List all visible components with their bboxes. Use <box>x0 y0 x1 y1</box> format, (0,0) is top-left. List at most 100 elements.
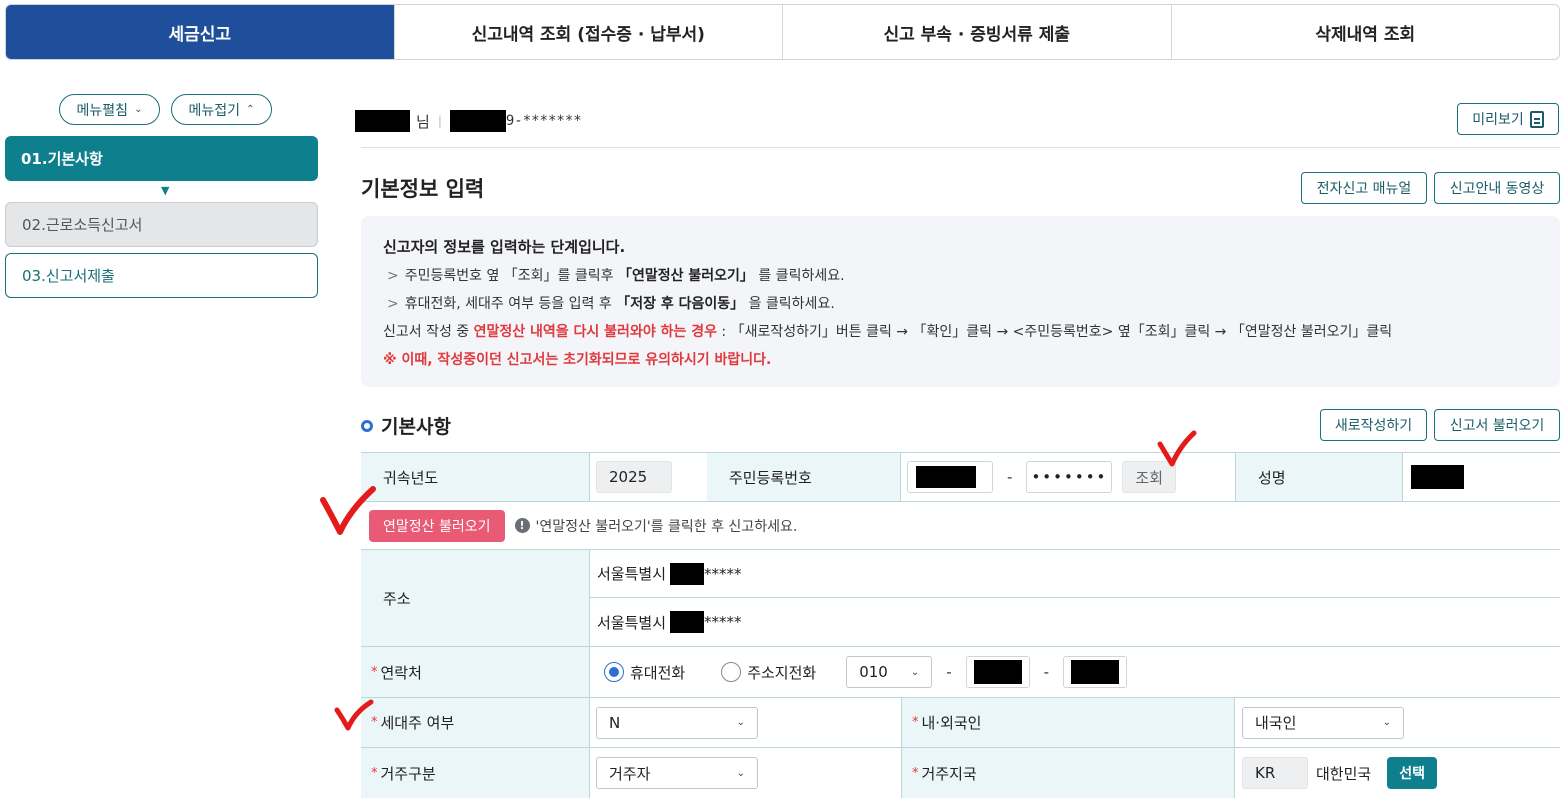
info-reload-note: 신고서 작성 중 연말정산 내역을 다시 불러와야 하는 경우 : 「새로작성하… <box>383 321 1538 341</box>
address-line-2: 서울특별시 ***** <box>590 598 1560 646</box>
dash: - <box>1007 468 1013 486</box>
info-text: 휴대전화, 세대주 여부 등을 입력 후 <box>404 296 617 312</box>
user-rrn-suffix: 9-******* <box>505 113 582 129</box>
address1-mask: ***** <box>704 564 742 583</box>
tab-tax-filing[interactable]: 세금신고 <box>6 5 394 59</box>
nationality-select[interactable]: 내국인 ⌄ <box>1242 706 1404 739</box>
contact-cell: 휴대전화 주소지전화 010 ⌄ - - <box>590 647 1560 697</box>
residency-cell: 거주자 ⌄ <box>590 748 901 798</box>
chevron-up-icon: ⌃ <box>246 104 255 115</box>
divider: | <box>437 114 442 128</box>
import-cell: 연말정산 불러오기 ! '연말정산 불러오기'를 클릭한 후 신고하세요. <box>369 502 1559 549</box>
section-title-label: 기본사항 <box>381 416 451 438</box>
menu-expand-label: 메뉴펼침 <box>76 102 129 119</box>
address-label: 주소 <box>361 550 590 646</box>
info-heading: 신고자의 정보를 입력하는 단계입니다. <box>383 238 626 256</box>
year-cell: 2025 <box>590 453 707 501</box>
form-row-household: * 세대주 여부 N ⌄ * 내·외국인 내국인 ⌄ <box>361 698 1560 748</box>
year-end-import-button[interactable]: 연말정산 불러오기 <box>369 509 505 542</box>
home-phone-radio[interactable] <box>721 662 742 682</box>
info-alert: 연말정산 내역을 다시 불러와야 하는 경우 <box>473 324 717 340</box>
nationality-value: 내국인 <box>1255 714 1297 732</box>
info-text: 주민등록번호 옆 「조회」를 클릭후 <box>404 268 618 284</box>
sidebar-item-basic-info[interactable]: 01.기본사항 <box>5 136 318 181</box>
phone-last-field[interactable] <box>1063 656 1128 688</box>
household-label-text: 세대주 여부 <box>380 714 455 732</box>
phone-prefix-select[interactable]: 010 ⌄ <box>846 656 933 688</box>
red-check-mark-icon <box>334 699 374 731</box>
rrn-front-field[interactable] <box>907 461 993 493</box>
new-draft-button[interactable]: 새로작성하기 <box>1320 409 1427 441</box>
sidebar-item-submit[interactable]: 03.신고서제출 <box>5 253 318 298</box>
info-emphasis: 「연말정산 불러오기」 <box>617 268 754 284</box>
form-row-contact: * 연락처 휴대전화 주소지전화 010 ⌄ - - <box>361 647 1560 698</box>
info-text: : 「새로작성하기」버튼 클릭 → 「확인」클릭 → <주민등록번호> 옆「조회… <box>716 324 1393 340</box>
menu-collapse-button[interactable]: 메뉴접기 ⌃ <box>171 94 272 125</box>
info-text: 를 클릭하세요. <box>753 268 845 284</box>
rrn-back-field[interactable]: ••••••• <box>1026 461 1113 493</box>
step-arrow-icon: ▼ <box>161 184 170 197</box>
user-info: 님 | 9-******* <box>355 110 582 132</box>
form-row-residency: * 거주구분 거주자 ⌄ * 거주지국 KR 대한민국 선택 <box>361 748 1560 798</box>
mobile-label: 휴대전화 <box>630 663 686 682</box>
required-mark: * <box>371 664 378 680</box>
import-hint: '연말정산 불러오기'를 클릭한 후 신고하세요. <box>535 518 798 535</box>
guide-video-button[interactable]: 신고안내 동영상 <box>1434 172 1560 204</box>
chevron-down-icon: ⌄ <box>736 717 745 728</box>
load-report-button[interactable]: 신고서 불러오기 <box>1434 409 1560 441</box>
mobile-radio[interactable] <box>604 662 624 682</box>
tab-deleted-history[interactable]: 삭제내역 조회 <box>1170 5 1560 59</box>
exclamation-icon: ! <box>514 518 530 533</box>
rrn-label: 주민등록번호 <box>707 453 901 501</box>
household-value: N <box>609 713 621 732</box>
redacted-name <box>355 110 410 132</box>
form-row-address: 주소 서울특별시 ***** 서울특별시 ***** <box>361 550 1560 647</box>
phone-prefix-value: 010 <box>859 663 888 681</box>
phone-middle-field[interactable] <box>965 656 1030 688</box>
redacted-phone <box>1071 660 1120 684</box>
section-title: 기본사항 <box>361 412 451 439</box>
menu-expand-button[interactable]: 메뉴펼침 ⌄ <box>59 94 160 125</box>
country-cell: KR 대한민국 선택 <box>1235 748 1560 798</box>
tab-filing-history[interactable]: 신고내역 조회 (접수증 · 납부서) <box>393 5 783 59</box>
menu-collapse-label: 메뉴접기 <box>188 102 241 119</box>
red-check-mark-icon <box>1157 430 1197 467</box>
residency-select[interactable]: 거주자 ⌄ <box>596 757 758 789</box>
info-step-1: > 주민등록번호 옆 「조회」를 클릭후 「연말정산 불러오기」 를 클릭하세요. <box>383 265 1538 285</box>
country-select-button[interactable]: 선택 <box>1387 757 1437 789</box>
tab-attachments[interactable]: 신고 부속 · 증빙서류 제출 <box>782 5 1171 59</box>
home-phone-label: 주소지전화 <box>747 663 817 682</box>
residency-value: 거주자 <box>609 764 651 783</box>
address-line-1: 서울특별시 ***** <box>590 550 1560 598</box>
dash: - <box>1043 663 1050 681</box>
user-name-suffix: 님 <box>416 112 430 131</box>
info-text: 신고서 작성 중 <box>383 324 474 340</box>
country-label-text: 거주지국 <box>921 764 977 783</box>
redacted-phone <box>973 660 1022 684</box>
dash: - <box>946 663 952 681</box>
info-box: 신고자의 정보를 입력하는 단계입니다. > 주민등록번호 옆 「조회」를 클릭후… <box>361 216 1560 387</box>
address2-mask: ***** <box>704 613 742 631</box>
form-row-year: 귀속년도 2025 주민등록번호 - ••••••• 조회 성명 <box>361 453 1560 502</box>
contact-label-text: 연락처 <box>380 663 422 682</box>
year-field: 2025 <box>596 461 672 493</box>
household-label: * 세대주 여부 <box>361 698 590 747</box>
preview-button[interactable]: 미리보기 <box>1457 103 1559 135</box>
household-cell: N ⌄ <box>590 698 901 747</box>
manual-button[interactable]: 전자신고 매뉴얼 <box>1301 172 1427 204</box>
address1-text: 서울특별시 <box>597 565 667 583</box>
redacted-rrn-front <box>916 466 976 488</box>
form-row-import: 연말정산 불러오기 ! '연말정산 불러오기'를 클릭한 후 신고하세요. <box>361 502 1560 550</box>
chevron-down-icon: ⌄ <box>910 666 920 678</box>
chevron-down-icon: ⌄ <box>736 767 745 779</box>
sidebar-item-income-report[interactable]: 02.근로소득신고서 <box>5 202 318 247</box>
household-select[interactable]: N ⌄ <box>596 706 758 739</box>
country-code-field: KR <box>1242 757 1308 789</box>
country-name: 대한민국 <box>1316 764 1372 783</box>
basic-info-form: 귀속년도 2025 주민등록번호 - ••••••• 조회 성명 연말정산 불러… <box>361 452 1560 798</box>
required-mark: * <box>371 765 378 781</box>
residency-label: * 거주구분 <box>361 748 590 798</box>
redacted-address <box>670 562 705 585</box>
preview-label: 미리보기 <box>1472 112 1524 128</box>
address2-text: 서울특별시 <box>597 613 667 632</box>
